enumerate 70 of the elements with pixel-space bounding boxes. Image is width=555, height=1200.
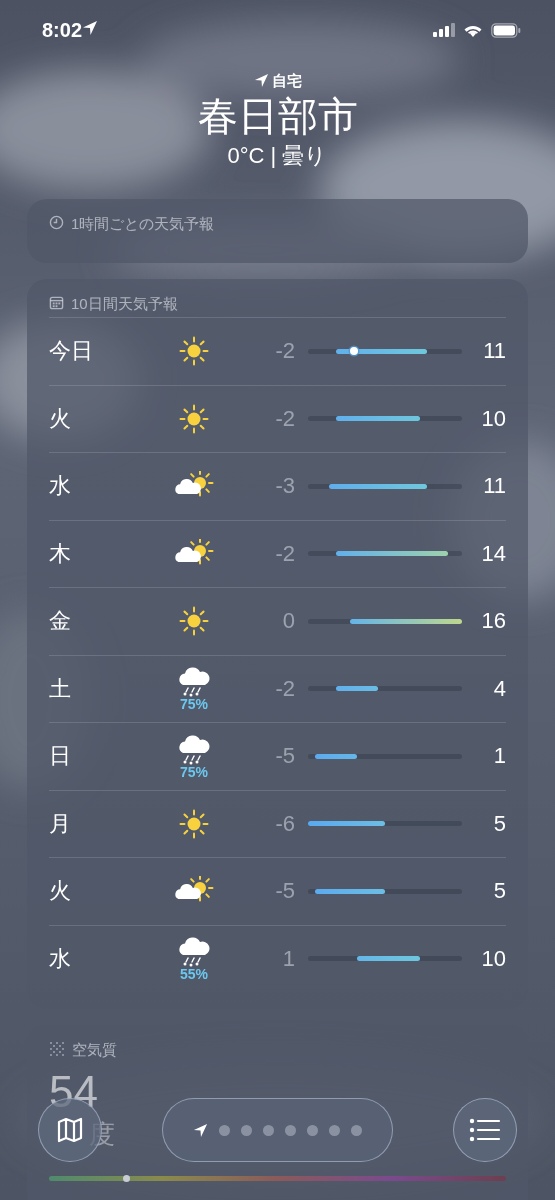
high-temperature: 5 bbox=[492, 810, 506, 837]
day-label: 日 bbox=[49, 742, 72, 771]
snow-cloud-icon bbox=[178, 732, 210, 765]
day-label: 火 bbox=[49, 877, 72, 906]
section-title: 10日間天気予報 bbox=[71, 294, 178, 314]
day-label: 水 bbox=[49, 472, 72, 501]
page-dot[interactable] bbox=[307, 1124, 318, 1136]
location-arrow-icon bbox=[82, 20, 99, 36]
low-temperature: -2 bbox=[274, 540, 295, 567]
list-icon bbox=[469, 1118, 501, 1142]
page-dot[interactable] bbox=[285, 1124, 296, 1136]
day-label: 土 bbox=[49, 674, 72, 703]
low-temperature: 1 bbox=[281, 945, 295, 972]
sun-icon bbox=[179, 336, 209, 367]
high-temperature: 14 bbox=[480, 540, 506, 567]
precipitation-chance: 75% bbox=[180, 764, 208, 780]
high-temperature: 10 bbox=[480, 945, 506, 972]
low-temperature: -6 bbox=[274, 810, 295, 837]
temperature-range-bar bbox=[336, 686, 378, 692]
map-icon bbox=[55, 1115, 85, 1145]
high-temperature: 16 bbox=[480, 608, 506, 635]
low-temperature: 0 bbox=[281, 608, 295, 635]
precipitation-chance: 75% bbox=[180, 697, 208, 713]
page-dot[interactable] bbox=[263, 1124, 274, 1136]
low-temperature: -5 bbox=[274, 743, 295, 770]
section-title: 1時間ごとの天気予報 bbox=[71, 214, 215, 234]
air-quality-value: 54 bbox=[49, 1067, 98, 1117]
day-label: 今日 bbox=[49, 337, 94, 366]
location-page-icon[interactable] bbox=[193, 1122, 208, 1138]
location-arrow-icon bbox=[253, 72, 269, 88]
day-label: 金 bbox=[49, 607, 72, 636]
page-dot[interactable] bbox=[241, 1124, 252, 1136]
high-temperature: 11 bbox=[482, 473, 506, 500]
temperature-range-bar bbox=[357, 956, 420, 962]
sun-icon bbox=[179, 808, 209, 839]
low-temperature: -2 bbox=[274, 675, 295, 702]
snow-cloud-icon bbox=[178, 665, 210, 698]
snow-cloud-icon bbox=[178, 935, 210, 968]
low-temperature: -2 bbox=[274, 338, 295, 365]
high-temperature: 5 bbox=[492, 878, 506, 905]
signal-icon bbox=[433, 23, 455, 37]
city-name: 春日部市 bbox=[197, 93, 358, 139]
temperature-range-bar bbox=[315, 753, 357, 759]
battery-icon bbox=[491, 22, 521, 38]
day-label: 水 bbox=[49, 944, 72, 973]
high-temperature: 11 bbox=[482, 338, 506, 365]
clock-time: 8:02 bbox=[42, 18, 83, 42]
high-temperature: 1 bbox=[492, 743, 506, 770]
air-quality-label: 度 bbox=[89, 1118, 115, 1151]
current-conditions: 0°C | 曇り bbox=[227, 142, 328, 170]
low-temperature: -2 bbox=[274, 405, 295, 432]
sun-icon bbox=[179, 403, 209, 434]
air-quality-icon bbox=[49, 1040, 65, 1057]
section-title: 空気質 bbox=[72, 1040, 117, 1060]
sun-icon bbox=[179, 606, 209, 637]
clock-icon bbox=[49, 215, 64, 230]
page-dot[interactable] bbox=[329, 1124, 340, 1136]
page-dot[interactable] bbox=[219, 1124, 230, 1136]
low-temperature: -5 bbox=[274, 878, 295, 905]
precipitation-chance: 55% bbox=[180, 967, 208, 983]
calendar-icon bbox=[49, 295, 64, 310]
temperature-range-bar bbox=[315, 888, 385, 894]
page-dot[interactable] bbox=[351, 1124, 362, 1136]
high-temperature: 4 bbox=[492, 675, 506, 702]
day-label: 火 bbox=[49, 404, 72, 433]
high-temperature: 10 bbox=[480, 405, 506, 432]
day-label: 月 bbox=[49, 809, 72, 838]
location-label: 自宅 bbox=[271, 72, 302, 91]
low-temperature: -3 bbox=[274, 473, 295, 500]
day-label: 木 bbox=[49, 539, 72, 568]
